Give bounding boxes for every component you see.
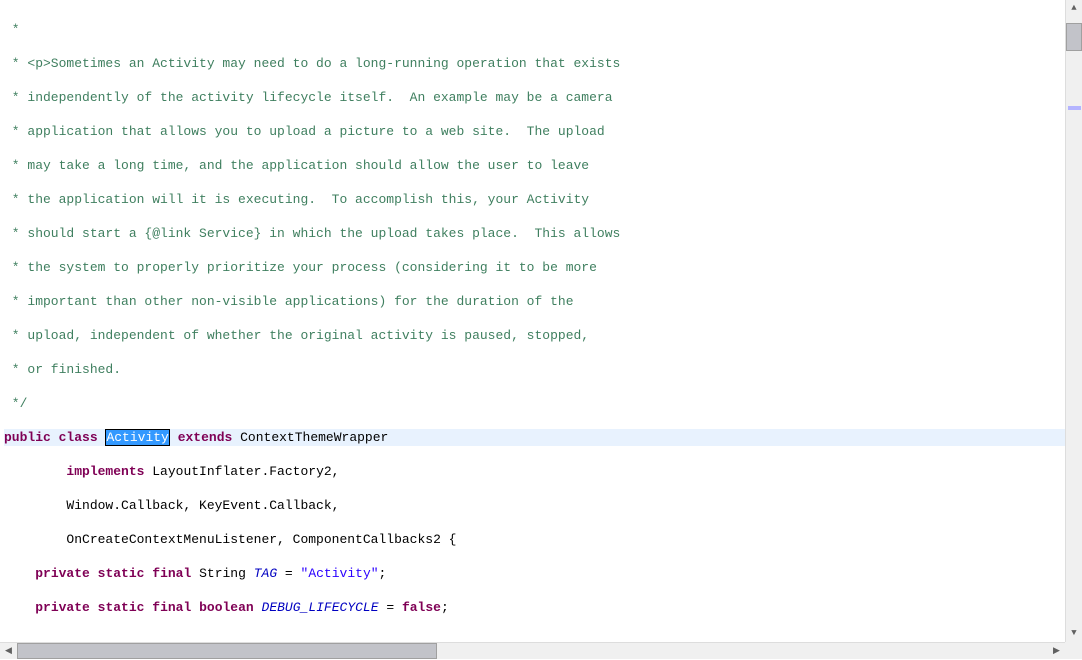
doc-comment-line: * may take a long time, and the applicat… [4,158,589,173]
doc-comment-line: * <p>Sometimes an Activity may need to d… [4,56,620,71]
scroll-marker[interactable] [1068,106,1081,110]
scroll-up-arrow-icon[interactable]: ▲ [1066,0,1082,17]
code-editor: * * <p>Sometimes an Activity may need to… [0,0,1082,659]
horizontal-scroll-track[interactable] [17,643,1048,659]
class-declaration-line: public class Activity extends ContextThe… [4,429,1082,446]
field-tag: TAG [254,566,277,581]
vertical-scroll-thumb[interactable] [1066,23,1082,51]
type-string: String [199,566,246,581]
doc-comment-end: */ [4,396,27,411]
doc-comment-line: * [4,22,20,37]
horizontal-scroll-thumb[interactable] [17,643,437,659]
doc-comment-line: * application that allows you to upload … [4,124,605,139]
doc-comment-line: * should start a {@link Service} in whic… [4,226,620,241]
field-debug-lifecycle: DEBUG_LIFECYCLE [262,600,379,615]
vertical-scrollbar[interactable]: ▲ ▼ [1065,0,1082,642]
implements-list: Window.Callback, KeyEvent.Callback, [4,498,339,513]
keyword-false: false [402,600,441,615]
code-text-area[interactable]: * * <p>Sometimes an Activity may need to… [0,0,1082,659]
scroll-down-arrow-icon[interactable]: ▼ [1066,625,1082,642]
string-literal: "Activity" [301,566,379,581]
implements-list: OnCreateContextMenuListener, ComponentCa… [4,532,456,547]
doc-comment-line: * or finished. [4,362,121,377]
horizontal-scrollbar[interactable]: ◀ ▶ [0,642,1065,659]
keyword-boolean: boolean [199,600,254,615]
scroll-right-arrow-icon[interactable]: ▶ [1048,643,1065,659]
keyword-public: public [4,430,51,445]
keyword-private: private [35,600,90,615]
selected-class-name[interactable]: Activity [105,429,169,446]
scroll-left-arrow-icon[interactable]: ◀ [0,643,17,659]
keyword-implements: implements [66,464,144,479]
keyword-extends: extends [178,430,233,445]
keyword-static: static [98,600,145,615]
keyword-private: private [35,566,90,581]
doc-comment-line: * the application will it is executing. … [4,192,589,207]
doc-comment-line: * important than other non-visible appli… [4,294,574,309]
vertical-scroll-track[interactable] [1066,17,1082,625]
keyword-final: final [152,600,191,615]
doc-comment-line: * upload, independent of whether the ori… [4,328,589,343]
doc-comment-line: * independently of the activity lifecycl… [4,90,613,105]
implements-list: LayoutInflater.Factory2, [144,464,339,479]
keyword-class: class [59,430,98,445]
doc-comment-line: * the system to properly prioritize your… [4,260,597,275]
keyword-static: static [98,566,145,581]
keyword-final: final [152,566,191,581]
scrollbar-corner [1065,642,1082,659]
superclass-name: ContextThemeWrapper [240,430,388,445]
